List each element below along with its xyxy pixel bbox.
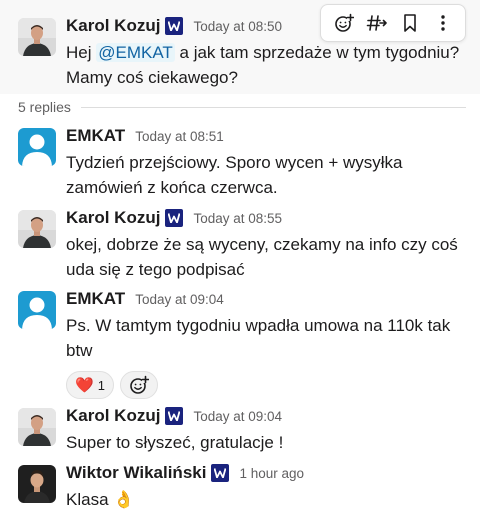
user-mention[interactable]: @EMKAT bbox=[96, 43, 175, 62]
author-name[interactable]: EMKAT bbox=[66, 126, 125, 146]
parent-message[interactable]: Karol Kozuj Today at 08:50 Hej @EMKAT a … bbox=[0, 0, 480, 94]
message-header: Karol Kozuj Today at 09:04 bbox=[66, 406, 282, 426]
timestamp[interactable]: Today at 09:04 bbox=[193, 409, 282, 424]
avatar[interactable] bbox=[18, 408, 56, 446]
avatar[interactable] bbox=[18, 210, 56, 248]
add-reaction-icon bbox=[130, 375, 149, 394]
message-text: Tydzień przejściowy. Sporo wycen + wysył… bbox=[66, 153, 403, 197]
divider-line bbox=[80, 106, 466, 108]
message-header: EMKAT Today at 09:04 bbox=[66, 289, 224, 309]
message-header: Karol Kozuj Today at 08:55 bbox=[66, 208, 282, 228]
add-reaction-icon bbox=[334, 13, 354, 32]
more-vertical-icon bbox=[440, 15, 445, 31]
author-name[interactable]: EMKAT bbox=[66, 289, 125, 309]
timestamp[interactable]: Today at 08:50 bbox=[193, 19, 282, 34]
avatar[interactable] bbox=[18, 291, 56, 329]
add-reaction-button[interactable] bbox=[329, 8, 359, 38]
add-reaction-button[interactable] bbox=[120, 371, 158, 399]
bookmark-icon bbox=[403, 14, 416, 32]
reactions-bar: ❤️ 1 bbox=[66, 371, 158, 399]
replies-divider: 5 replies bbox=[18, 96, 466, 118]
replies-count: 5 replies bbox=[18, 99, 71, 115]
message-text: Super to słyszeć, gratulacje ! bbox=[66, 433, 284, 452]
author-name[interactable]: Wiktor Wikaliński bbox=[66, 463, 206, 483]
message-header: Wiktor Wikaliński 1 hour ago bbox=[66, 463, 304, 483]
message-text: Ps. W tamtym tygodniu wpadła umowa na 11… bbox=[66, 316, 451, 360]
message-text: Klasa 👌 bbox=[66, 490, 135, 509]
avatar[interactable] bbox=[18, 465, 56, 503]
author-name[interactable]: Karol Kozuj bbox=[66, 406, 160, 426]
avatar[interactable] bbox=[18, 128, 56, 166]
author-name[interactable]: Karol Kozuj bbox=[66, 208, 160, 228]
thread-panel: Karol Kozuj Today at 08:50 Hej @EMKAT a … bbox=[0, 0, 480, 522]
message-header: EMKAT Today at 08:51 bbox=[66, 126, 224, 146]
reply-in-thread-icon bbox=[366, 15, 387, 31]
timestamp[interactable]: 1 hour ago bbox=[239, 466, 304, 481]
message-actions-toolbar bbox=[320, 4, 466, 42]
reaction-count: 1 bbox=[97, 377, 105, 393]
workspace-badge-icon bbox=[165, 209, 184, 227]
more-actions-button[interactable] bbox=[428, 8, 458, 38]
timestamp[interactable]: Today at 09:04 bbox=[135, 292, 224, 307]
workspace-badge-icon bbox=[165, 17, 184, 35]
message-text: Hej @EMKAT a jak tam sprzedaże w tym tyg… bbox=[66, 40, 470, 90]
heart-icon: ❤️ bbox=[75, 377, 94, 394]
timestamp[interactable]: Today at 08:55 bbox=[193, 211, 282, 226]
save-for-later-button[interactable] bbox=[395, 8, 425, 38]
message-header: Karol Kozuj Today at 08:50 bbox=[66, 16, 282, 36]
author-name[interactable]: Karol Kozuj bbox=[66, 16, 160, 36]
message-text: okej, dobrze że są wyceny, czekamy na in… bbox=[66, 235, 458, 279]
workspace-badge-icon bbox=[211, 464, 230, 482]
workspace-badge-icon bbox=[165, 407, 184, 425]
message-text-part: Hej bbox=[66, 43, 97, 62]
reaction-heart[interactable]: ❤️ 1 bbox=[66, 371, 114, 399]
avatar[interactable] bbox=[18, 18, 56, 56]
reply-in-thread-button[interactable] bbox=[362, 8, 392, 38]
timestamp[interactable]: Today at 08:51 bbox=[135, 129, 224, 144]
